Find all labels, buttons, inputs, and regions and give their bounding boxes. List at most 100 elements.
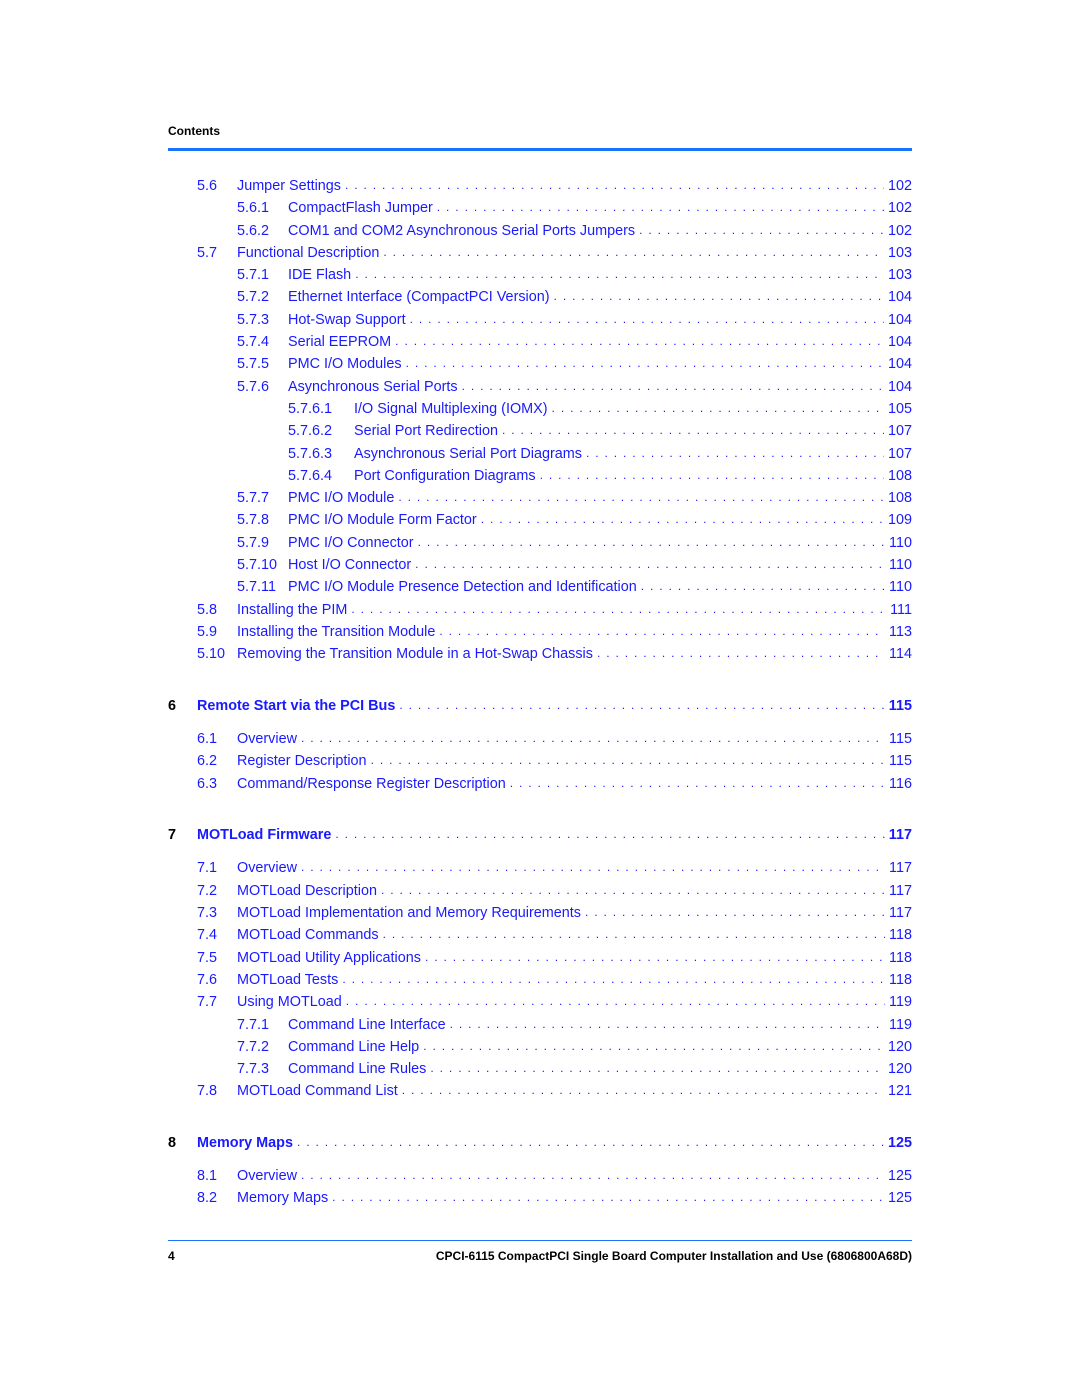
toc-entry-title[interactable]: I/O Signal Multiplexing (IOMX) [354, 401, 552, 417]
toc-entry-page[interactable]: 117 [885, 905, 912, 921]
toc-entry-page[interactable]: 104 [884, 334, 912, 350]
toc-entry-title[interactable]: Overview [237, 860, 301, 876]
toc-entry[interactable]: 5.7 Functional Description 103 [168, 245, 912, 267]
toc-chapter-entry[interactable]: 8 Memory Maps 125 [168, 1135, 912, 1157]
toc-entry-title[interactable]: Installing the Transition Module [237, 624, 439, 640]
toc-entry[interactable]: 5.7.3 Hot-Swap Support 104 [168, 312, 912, 334]
toc-entry[interactable]: 5.6.1 CompactFlash Jumper 102 [168, 200, 912, 222]
toc-entry-page[interactable]: 117 [885, 883, 912, 899]
toc-entry[interactable]: 5.7.2 Ethernet Interface (CompactPCI Vers… [168, 289, 912, 311]
toc-entry-title[interactable]: Asynchronous Serial Port Diagrams [354, 446, 586, 462]
toc-entry-title[interactable]: Overview [237, 731, 301, 747]
toc-entry-page[interactable]: 125 [884, 1168, 912, 1184]
toc-entry[interactable]: 7.3 MOTLoad Implementation and Memory Req… [168, 905, 912, 927]
toc-entry-title[interactable]: Ethernet Interface (CompactPCI Version) [288, 289, 554, 305]
toc-entry-page[interactable]: 114 [885, 646, 912, 662]
toc-entry-title[interactable]: COM1 and COM2 Asynchronous Serial Ports … [288, 223, 639, 239]
toc-entry-page[interactable]: 120 [884, 1061, 912, 1077]
toc-entry[interactable]: 6.3 Command/Response Register Description… [168, 776, 912, 798]
toc-entry[interactable]: 5.10 Removing the Transition Module in a … [168, 646, 912, 668]
toc-entry-title[interactable]: CompactFlash Jumper [288, 200, 437, 216]
toc-entry[interactable]: 7.5 MOTLoad Utility Applications 118 [168, 950, 912, 972]
toc-entry-page[interactable]: 108 [884, 468, 912, 484]
toc-entry-title[interactable]: MOTLoad Description [237, 883, 381, 899]
toc-entry-page[interactable]: 103 [884, 267, 912, 283]
toc-entry[interactable]: 5.7.6.2 Serial Port Redirection 107 [168, 423, 912, 445]
toc-chapter-entry[interactable]: 6 Remote Start via the PCI Bus 115 [168, 698, 912, 720]
toc-entry-page[interactable]: 102 [884, 223, 912, 239]
toc-entry-title[interactable]: MOTLoad Firmware [197, 827, 335, 843]
toc-entry[interactable]: 5.7.6.3 Asynchronous Serial Port Diagrams… [168, 446, 912, 468]
toc-entry[interactable]: 5.7.11 PMC I/O Module Presence Detection … [168, 579, 912, 601]
toc-entry[interactable]: 7.2 MOTLoad Description 117 [168, 883, 912, 905]
toc-entry-page[interactable]: 108 [884, 490, 912, 506]
toc-entry-title[interactable]: Asynchronous Serial Ports [288, 379, 462, 395]
toc-entry-title[interactable]: Command Line Rules [288, 1061, 430, 1077]
toc-entry[interactable]: 5.7.6.1 I/O Signal Multiplexing (IOMX) 105 [168, 401, 912, 423]
toc-entry[interactable]: 7.7.3 Command Line Rules 120 [168, 1061, 912, 1083]
toc-entry-page[interactable]: 104 [884, 289, 912, 305]
toc-entry-title[interactable]: Removing the Transition Module in a Hot-… [237, 646, 597, 662]
toc-entry[interactable]: 5.9 Installing the Transition Module 113 [168, 624, 912, 646]
toc-entry-page[interactable]: 104 [884, 312, 912, 328]
toc-entry-page[interactable]: 121 [884, 1083, 912, 1099]
toc-entry[interactable]: 7.1 Overview 117 [168, 860, 912, 882]
toc-entry[interactable]: 7.7 Using MOTLoad 119 [168, 994, 912, 1016]
toc-entry-title[interactable]: Command/Response Register Description [237, 776, 510, 792]
toc-entry[interactable]: 5.7.8 PMC I/O Module Form Factor 109 [168, 512, 912, 534]
toc-entry[interactable]: 6.1 Overview 115 [168, 731, 912, 753]
toc-entry-title[interactable]: MOTLoad Utility Applications [237, 950, 425, 966]
toc-entry-page[interactable]: 115 [885, 731, 912, 747]
toc-entry-page[interactable]: 103 [884, 245, 912, 261]
toc-entry[interactable]: 6.2 Register Description 115 [168, 753, 912, 775]
toc-entry-title[interactable]: PMC I/O Module [288, 490, 398, 506]
toc-entry[interactable]: 5.7.6 Asynchronous Serial Ports 104 [168, 379, 912, 401]
toc-entry[interactable]: 5.6.2 COM1 and COM2 Asynchronous Serial P… [168, 223, 912, 245]
toc-entry-title[interactable]: Command Line Help [288, 1039, 423, 1055]
toc-entry[interactable]: 5.8 Installing the PIM 111 [168, 602, 912, 624]
toc-entry-title[interactable]: Overview [237, 1168, 301, 1184]
toc-entry-page[interactable]: 120 [884, 1039, 912, 1055]
toc-entry-page[interactable]: 104 [884, 356, 912, 372]
toc-entry[interactable]: 5.7.1 IDE Flash 103 [168, 267, 912, 289]
toc-entry[interactable]: 8.2 Memory Maps 125 [168, 1190, 912, 1212]
toc-entry-title[interactable]: Hot-Swap Support [288, 312, 410, 328]
toc-entry-page[interactable]: 110 [885, 535, 912, 551]
toc-entry-title[interactable]: Installing the PIM [237, 602, 351, 618]
toc-entry-page[interactable]: 102 [884, 178, 912, 194]
toc-entry-page[interactable]: 125 [884, 1190, 912, 1206]
toc-entry[interactable]: 5.7.4 Serial EEPROM 104 [168, 334, 912, 356]
toc-entry[interactable]: 7.7.2 Command Line Help 120 [168, 1039, 912, 1061]
toc-entry-title[interactable]: MOTLoad Implementation and Memory Requir… [237, 905, 585, 921]
toc-entry-page[interactable]: 118 [885, 950, 912, 966]
toc-entry-page[interactable]: 110 [885, 579, 912, 595]
toc-entry[interactable]: 5.7.9 PMC I/O Connector 110 [168, 535, 912, 557]
toc-entry-page[interactable]: 104 [884, 379, 912, 395]
toc-entry[interactable]: 5.6 Jumper Settings 102 [168, 178, 912, 200]
toc-entry[interactable]: 7.6 MOTLoad Tests 118 [168, 972, 912, 994]
toc-entry-title[interactable]: PMC I/O Modules [288, 356, 406, 372]
toc-entry-title[interactable]: Port Configuration Diagrams [354, 468, 540, 484]
toc-chapter-entry[interactable]: 7 MOTLoad Firmware 117 [168, 827, 912, 849]
toc-entry-title[interactable]: Jumper Settings [237, 178, 345, 194]
toc-entry-page[interactable]: 125 [884, 1135, 912, 1151]
toc-entry[interactable]: 8.1 Overview 125 [168, 1168, 912, 1190]
toc-entry-page[interactable]: 117 [885, 860, 912, 876]
toc-entry-title[interactable]: MOTLoad Command List [237, 1083, 402, 1099]
toc-entry-page[interactable]: 109 [884, 512, 912, 528]
toc-entry[interactable]: 5.7.10 Host I/O Connector 110 [168, 557, 912, 579]
toc-entry-title[interactable]: Command Line Interface [288, 1017, 450, 1033]
toc-entry-title[interactable]: Serial EEPROM [288, 334, 395, 350]
toc-entry-page[interactable]: 102 [884, 200, 912, 216]
toc-entry[interactable]: 7.7.1 Command Line Interface 119 [168, 1017, 912, 1039]
toc-entry-page[interactable]: 119 [885, 994, 912, 1010]
toc-entry-title[interactable]: Using MOTLoad [237, 994, 346, 1010]
toc-entry-title[interactable]: Memory Maps [197, 1135, 297, 1151]
toc-entry-page[interactable]: 116 [885, 776, 912, 792]
toc-entry-page[interactable]: 111 [886, 602, 912, 618]
toc-entry-title[interactable]: PMC I/O Connector [288, 535, 418, 551]
toc-entry[interactable]: 5.7.5 PMC I/O Modules 104 [168, 356, 912, 378]
toc-entry-page[interactable]: 107 [884, 446, 912, 462]
toc-entry-page[interactable]: 118 [885, 972, 912, 988]
toc-entry-page[interactable]: 119 [885, 1017, 912, 1033]
